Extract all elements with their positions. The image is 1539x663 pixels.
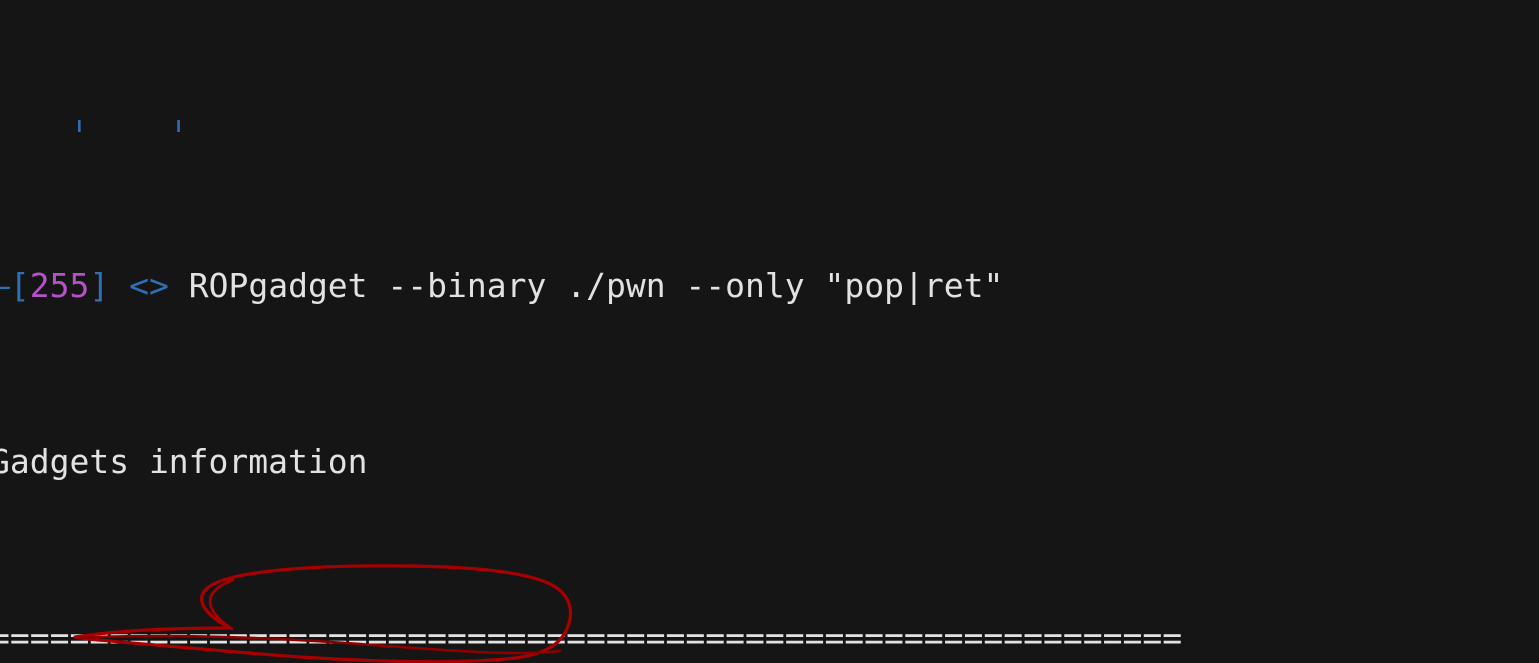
prompt-marker-icon: <> <box>129 266 169 305</box>
prompt-bracket-open: [ <box>9 266 30 305</box>
clipped-previous-line: │ │ <box>0 118 1539 132</box>
output-heading: Gadgets information <box>0 442 368 481</box>
separator-rule: ========================================… <box>0 618 1183 657</box>
terminal-window: │ │ —[255] <> ROPgadget --binary ./pwn -… <box>0 0 1539 663</box>
prompt-line: —[255] <> ROPgadget --binary ./pwn --onl… <box>0 264 1539 308</box>
terminal-output[interactable]: │ │ —[255] <> ROPgadget --binary ./pwn -… <box>0 0 1539 663</box>
prompt-exit-code: 255 <box>29 266 90 305</box>
prompt-dash: — <box>0 266 10 305</box>
command-text: ROPgadget --binary ./pwn --only "pop|ret… <box>188 266 1004 305</box>
prompt-bracket-close: ] <box>89 266 110 305</box>
